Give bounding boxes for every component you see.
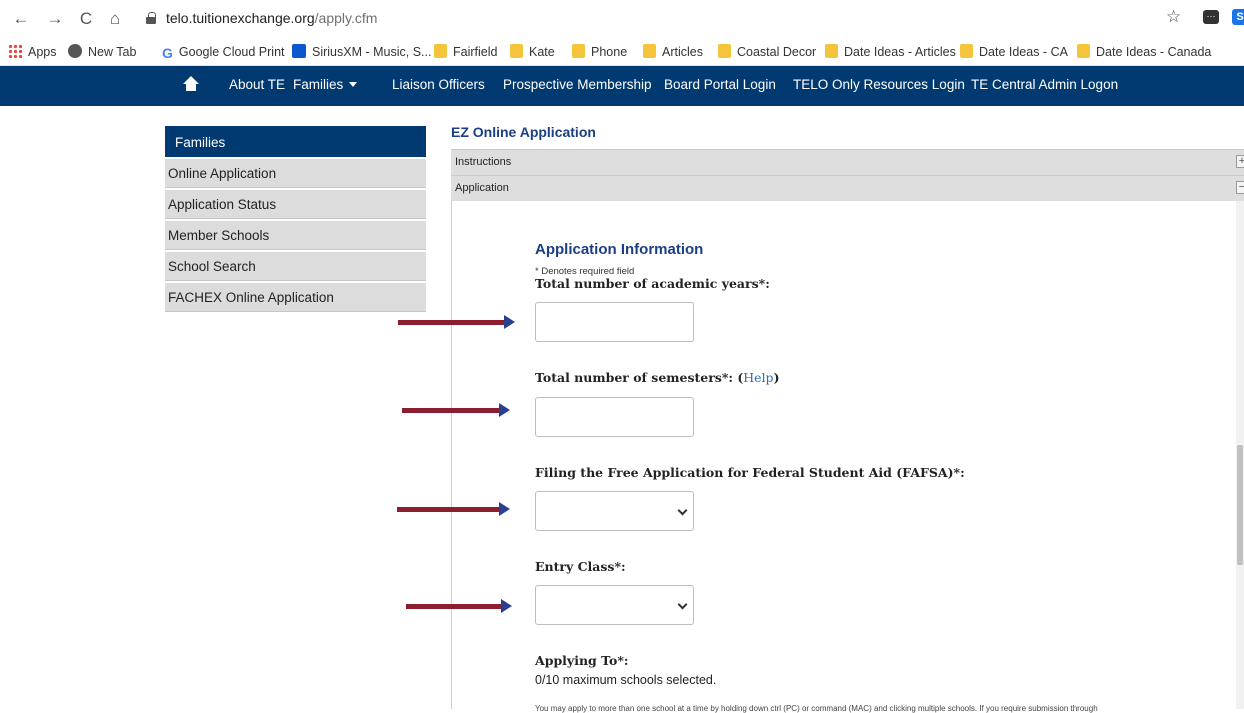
nav-families[interactable]: Families xyxy=(293,77,358,92)
bookmark-star-icon[interactable]: ☆ xyxy=(1166,7,1181,27)
url-text: telo.tuitionexchange.org/apply.cfm xyxy=(166,10,377,26)
semesters-label: Total number of semesters*: (Help) xyxy=(535,370,780,385)
chevron-down-icon xyxy=(677,599,688,610)
folder-icon xyxy=(825,44,838,58)
families-sidebar: Families Online Application Application … xyxy=(165,126,426,312)
accordion-instructions[interactable]: Instructions + xyxy=(451,149,1244,175)
forward-arrow-icon[interactable]: → xyxy=(44,8,66,30)
scrollbar-thumb[interactable] xyxy=(1237,445,1243,565)
nav-liaison-officers[interactable]: Liaison Officers xyxy=(392,77,485,92)
annotation-arrow-icon xyxy=(406,599,512,613)
applying-to-label: Applying To*: xyxy=(535,653,629,668)
address-bar[interactable]: telo.tuitionexchange.org/apply.cfm xyxy=(140,6,1200,32)
folder-icon xyxy=(1077,44,1090,58)
nav-prospective-membership[interactable]: Prospective Membership xyxy=(503,77,652,92)
nav-board-portal-login[interactable]: Board Portal Login xyxy=(664,77,776,92)
extension-s-icon[interactable]: S xyxy=(1232,9,1244,25)
sidebar-item-online-application[interactable]: Online Application xyxy=(165,159,426,188)
schools-selected-count: 0/10 maximum schools selected. xyxy=(535,673,717,687)
folder-icon xyxy=(510,44,523,58)
back-arrow-icon[interactable]: ← xyxy=(10,8,32,30)
folder-icon xyxy=(572,44,585,58)
chevron-down-icon xyxy=(677,505,688,516)
collapse-minus-icon[interactable]: − xyxy=(1236,181,1244,194)
browser-toolbar: ← → C ⌂ telo.tuitionexchange.org/apply.c… xyxy=(0,0,1244,38)
lock-icon xyxy=(146,12,156,24)
caret-down-icon xyxy=(349,82,358,87)
expand-plus-icon[interactable]: + xyxy=(1236,155,1244,168)
annotation-arrow-icon xyxy=(398,315,515,329)
academic-years-label: Total number of academic years*: xyxy=(535,276,770,291)
nav-about-te[interactable]: About TE xyxy=(229,77,285,92)
folder-icon xyxy=(718,44,731,58)
url-domain: telo.tuitionexchange.org xyxy=(166,10,315,26)
extension-icon[interactable]: ··· xyxy=(1203,10,1219,24)
fafsa-select[interactable] xyxy=(535,491,694,531)
bookmark-google-cloud-print[interactable]: G Google Cloud Print xyxy=(162,44,285,62)
sidebar-item-application-status[interactable]: Application Status xyxy=(165,190,426,219)
entry-class-select[interactable] xyxy=(535,585,694,625)
accordion-application-label: Application xyxy=(455,182,509,194)
entry-class-label: Entry Class*: xyxy=(535,559,626,574)
sidebar-heading: Families xyxy=(165,126,426,157)
bookmark-date-ideas-articles[interactable]: Date Ideas - Articles xyxy=(825,44,956,62)
siriusxm-icon xyxy=(292,44,306,58)
folder-icon xyxy=(643,44,656,58)
accordion-application[interactable]: Application − xyxy=(451,175,1244,201)
globe-icon xyxy=(68,44,82,58)
folder-icon xyxy=(434,44,447,58)
url-path: /apply.cfm xyxy=(314,10,378,26)
nav-te-central-admin-logon[interactable]: TE Central Admin Logon xyxy=(971,77,1118,92)
accordion-instructions-label: Instructions xyxy=(455,156,512,168)
sidebar-item-member-schools[interactable]: Member Schools xyxy=(165,221,426,250)
bookmark-date-ideas-canada[interactable]: Date Ideas - Canada xyxy=(1077,44,1211,62)
bookmark-kate[interactable]: Kate xyxy=(510,44,555,62)
folder-icon xyxy=(960,44,973,58)
semesters-help-link[interactable]: Help xyxy=(743,370,773,385)
site-nav-bar: About TE Families Liaison Officers Prosp… xyxy=(0,66,1244,106)
annotation-arrow-icon xyxy=(402,403,510,417)
bookmark-fairfield[interactable]: Fairfield xyxy=(434,44,497,62)
home-icon[interactable]: ⌂ xyxy=(104,8,126,30)
sidebar-item-fachex-application[interactable]: FACHEX Online Application xyxy=(165,283,426,312)
reload-icon[interactable]: C xyxy=(75,8,97,30)
semesters-input[interactable] xyxy=(535,397,694,437)
fafsa-label: Filing the Free Application for Federal … xyxy=(535,465,965,480)
home-icon[interactable] xyxy=(182,76,200,92)
bookmark-articles[interactable]: Articles xyxy=(643,44,703,62)
apps-grid-icon xyxy=(8,44,22,58)
bookmark-apps[interactable]: Apps xyxy=(8,44,57,62)
page-title: EZ Online Application xyxy=(451,124,596,140)
sidebar-item-school-search[interactable]: School Search xyxy=(165,252,426,281)
bookmark-phone[interactable]: Phone xyxy=(572,44,627,62)
nav-telo-resources-login[interactable]: TELO Only Resources Login xyxy=(793,77,965,92)
academic-years-input[interactable] xyxy=(535,302,694,342)
section-title: Application Information xyxy=(535,241,704,258)
bookmarks-bar: Apps New Tab G Google Cloud Print SiriusX… xyxy=(0,38,1244,66)
google-g-icon: G xyxy=(162,45,173,61)
bookmark-date-ideas-ca[interactable]: Date Ideas - CA xyxy=(960,44,1068,62)
bookmark-coastal-decor[interactable]: Coastal Decor xyxy=(718,44,816,62)
annotation-arrow-icon xyxy=(397,502,510,516)
bookmark-siriusxm[interactable]: SiriusXM - Music, S... xyxy=(292,44,431,62)
bookmark-new-tab[interactable]: New Tab xyxy=(68,44,136,62)
